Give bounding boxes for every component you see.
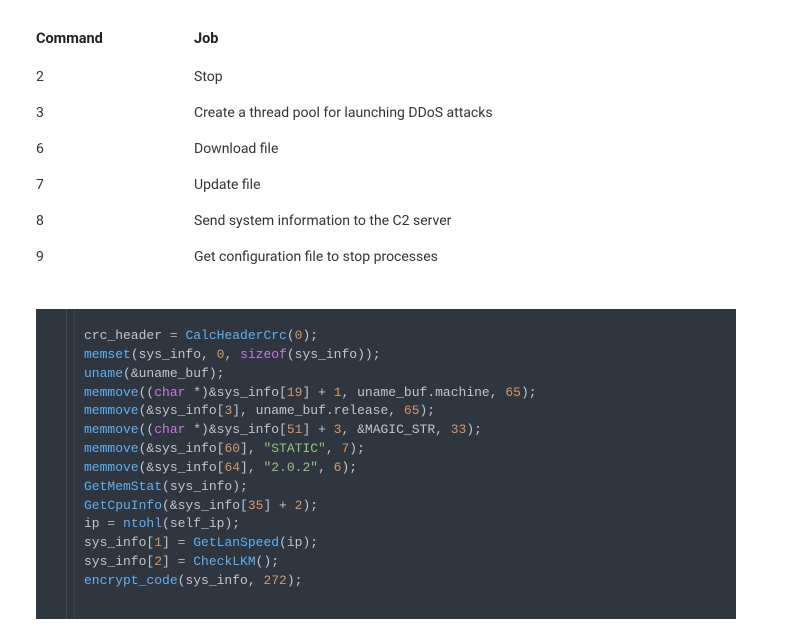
command-cell: 7 [36, 177, 194, 193]
command-cell: 3 [36, 105, 194, 121]
code-line: ip = ntohl(self_ip); [84, 515, 720, 534]
job-cell: Download file [194, 141, 762, 157]
code-line: GetCpuInfo(&sys_info[35] + 2); [84, 497, 720, 516]
code-line: sys_info[1] = GetLanSpeed(ip); [84, 534, 720, 553]
job-cell: Get configuration file to stop processes [194, 249, 762, 265]
command-cell: 6 [36, 141, 194, 157]
command-cell: 2 [36, 69, 194, 85]
code-line: memmove((char *)&sys_info[51] + 3, &MAGI… [84, 421, 720, 440]
code-line: memset(sys_info, 0, sizeof(sys_info)); [84, 346, 720, 365]
command-cell: 9 [36, 249, 194, 265]
code-line: uname(&uname_buf); [84, 365, 720, 384]
table-header-command: Command [36, 30, 194, 47]
code-line: crc_header = CalcHeaderCrc(0); [84, 327, 720, 346]
command-cell: 8 [36, 213, 194, 229]
code-line: sys_info[2] = CheckLKM(); [84, 553, 720, 572]
table-row: 8 Send system information to the C2 serv… [36, 203, 762, 239]
job-cell: Send system information to the C2 server [194, 213, 762, 229]
table-row: 7 Update file [36, 167, 762, 203]
code-line: GetMemStat(sys_info); [84, 478, 720, 497]
job-cell: Stop [194, 69, 762, 85]
code-line: encrypt_code(sys_info, 272); [84, 572, 720, 591]
table-row: 2 Stop [36, 59, 762, 95]
table-row: 3 Create a thread pool for launching DDo… [36, 95, 762, 131]
table-row: 9 Get configuration file to stop process… [36, 239, 762, 275]
code-block: crc_header = CalcHeaderCrc(0);memset(sys… [36, 309, 736, 619]
table-header-row: Command Job [36, 20, 762, 59]
table-row: 6 Download file [36, 131, 762, 167]
job-cell: Create a thread pool for launching DDoS … [194, 105, 762, 121]
table-header-job: Job [194, 30, 762, 47]
command-table: Command Job 2 Stop 3 Create a thread poo… [36, 20, 762, 275]
code-line: memmove(&sys_info[64], "2.0.2", 6); [84, 459, 720, 478]
job-cell: Update file [194, 177, 762, 193]
code-line: memmove((char *)&sys_info[19] + 1, uname… [84, 384, 720, 403]
code-line: memmove(&sys_info[60], "STATIC", 7); [84, 440, 720, 459]
code-line: memmove(&sys_info[3], uname_buf.release,… [84, 402, 720, 421]
